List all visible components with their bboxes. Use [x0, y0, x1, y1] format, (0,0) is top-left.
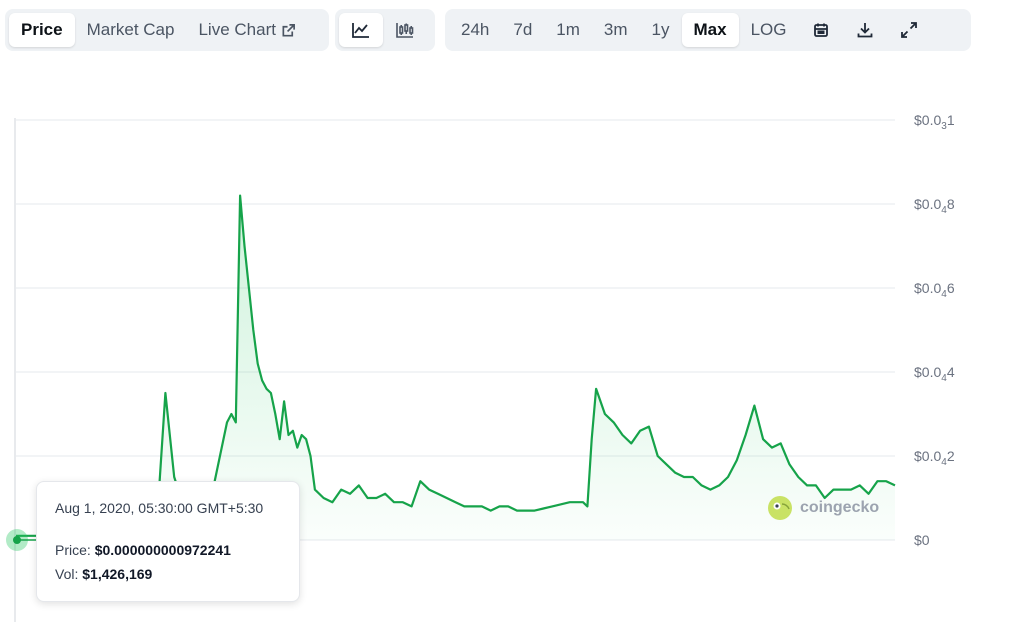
tooltip-price-row: Price: $0.000000000972241 [55, 542, 281, 558]
tooltip-volume-value: $1,426,169 [82, 566, 153, 582]
y-tick-label: $0.044 [914, 364, 955, 384]
coingecko-logo: coingecko [767, 495, 879, 521]
coingecko-logo-icon [767, 495, 793, 521]
y-tick-label: $0 [914, 532, 930, 548]
tooltip-price-value: $0.000000000972241 [94, 542, 231, 558]
y-tick-label: $0.042 [914, 448, 955, 468]
y-axis-labels: $0 $0.042 $0.044 $0.046 $0.048 $0.031 [914, 112, 955, 548]
y-tick-label: $0.031 [914, 112, 955, 132]
tooltip-date: Aug 1, 2020, 05:30:00 GMT+5:30 [55, 500, 264, 516]
y-tick-label: $0.046 [914, 280, 955, 300]
tooltip-volume-row: Vol: $1,426,169 [55, 566, 281, 582]
coingecko-wordmark: coingecko [800, 499, 880, 516]
price-tooltip: Aug 1, 2020, 05:30:00 GMT+5:30 Price: $0… [36, 481, 300, 602]
tooltip-volume-label: Vol: [55, 566, 79, 582]
tooltip-price-label: Price: [55, 542, 91, 558]
y-tick-label: $0.048 [914, 196, 955, 216]
